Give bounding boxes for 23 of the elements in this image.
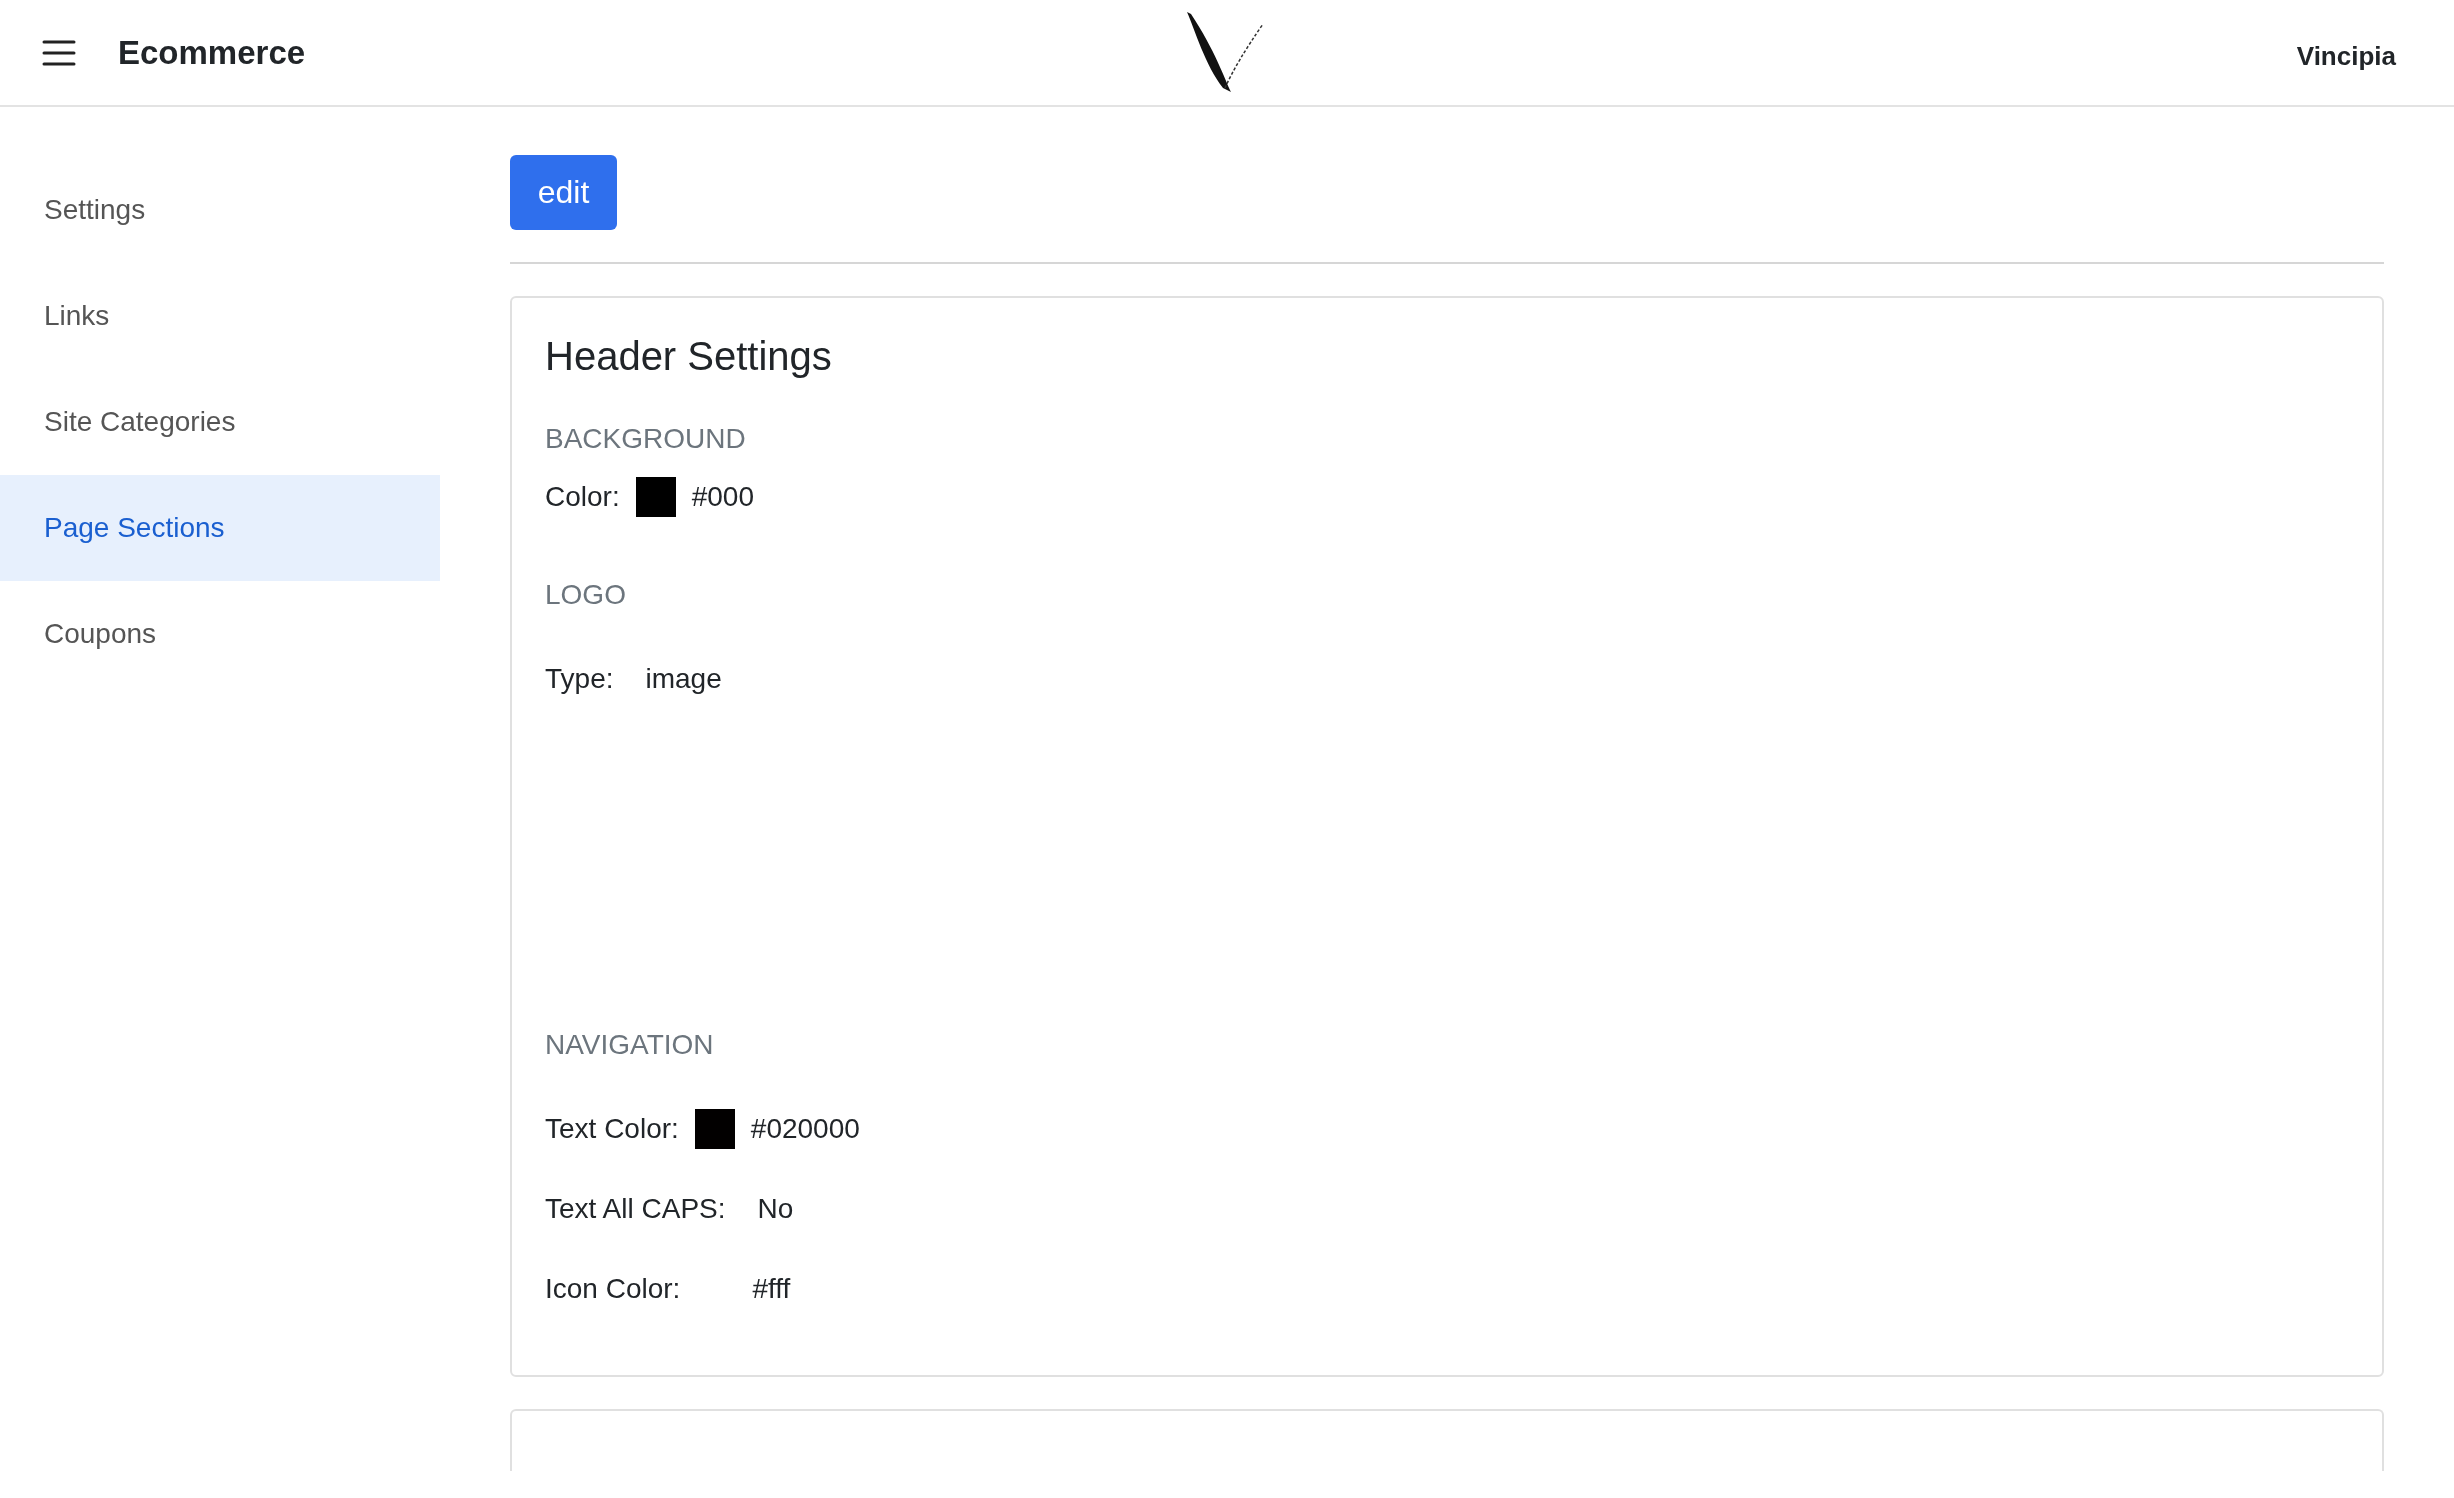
app-title: Ecommerce <box>118 33 306 72</box>
sidebar-item[interactable]: Settings <box>0 157 440 263</box>
field-value: No <box>757 1193 794 1225</box>
field-value: image <box>645 663 722 695</box>
field-label: Text All CAPS: <box>545 1193 726 1225</box>
field-value: #000 <box>691 481 754 513</box>
sidebar-item[interactable]: Site Categories <box>0 369 440 475</box>
section-title: LOGO <box>545 579 627 611</box>
sidebar-item[interactable]: Links <box>0 263 440 369</box>
section-title: NAVIGATION <box>545 1029 715 1061</box>
card-title: Header Settings <box>545 334 833 379</box>
field-value: #020000 <box>750 1113 860 1145</box>
field-value: #fff <box>752 1273 791 1305</box>
edit-button[interactable]: edit <box>510 155 617 230</box>
section-title: BACKGROUND <box>545 423 747 455</box>
field-label: Type: <box>545 663 614 695</box>
field-label: Text Color: <box>545 1113 679 1145</box>
user-name[interactable]: Vincipia <box>2296 41 2396 72</box>
sidebar-item[interactable]: Coupons <box>0 581 440 687</box>
field-label: Color: <box>545 481 620 513</box>
field-label: Icon Color: <box>545 1273 681 1305</box>
sidebar-item[interactable]: Page Sections <box>0 475 440 581</box>
menu-icon[interactable] <box>42 38 76 67</box>
